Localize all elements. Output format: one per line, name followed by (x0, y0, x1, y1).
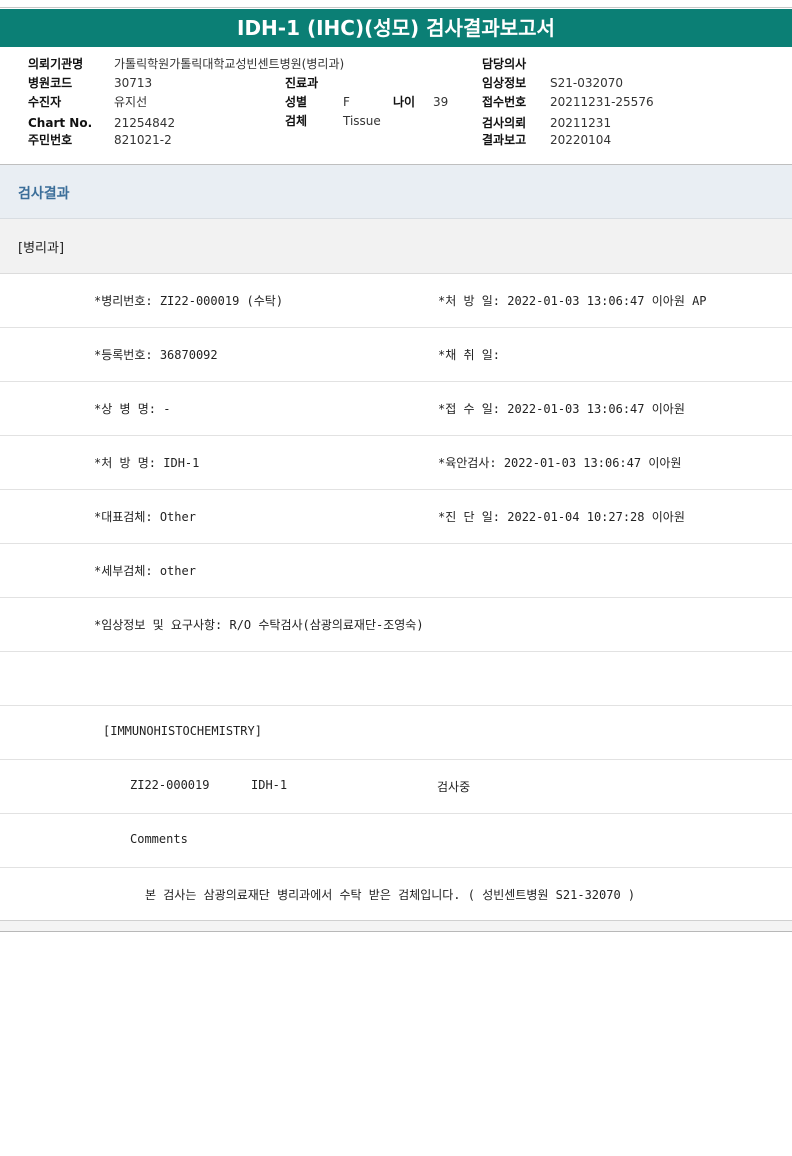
table-row: [IMMUNOHISTOCHEMISTRY] (0, 706, 792, 760)
gross-exam-date: *육안검사: 2022-01-03 13:06:47 이아원 (438, 456, 682, 470)
registration-no: *등록번호: 36870092 (94, 348, 218, 362)
report-date-value: 20220104 (550, 133, 612, 147)
clinical-request: *임상정보 및 요구사항: R/O 수탁검사(삼광의료재단-조영숙) (94, 618, 424, 632)
dept-label: 진료과 (285, 76, 319, 90)
table-row: *대표검체: Other *진 단 일: 2022-01-04 10:27:28… (0, 490, 792, 544)
receipt-date: *접 수 일: 2022-01-03 13:06:47 이아원 (438, 402, 685, 416)
age-label: 나이 (393, 95, 416, 109)
ihc-test-name: IDH-1 (251, 778, 288, 792)
doctor-label: 담당의사 (482, 57, 527, 71)
dept-section-title: [병리과] (18, 241, 65, 256)
clinical-info-label: 임상정보 (482, 76, 527, 90)
ihc-status: 검사중 (437, 780, 471, 794)
table-row: *세부검체: other (0, 544, 792, 598)
table-row: *등록번호: 36870092 *채 취 일: (0, 328, 792, 382)
receipt-no-label: 접수번호 (482, 95, 527, 109)
receipt-no-value: 20211231-25576 (550, 95, 654, 109)
report-title: IDH-1 (IHC)(성모) 검사결과보고서 (0, 9, 792, 47)
table-row: *병리번호: ZI22-000019 (수탁) *처 방 일: 2022-01-… (0, 274, 792, 328)
collection-date: *채 취 일: (438, 348, 501, 362)
request-date-value: 20211231 (550, 116, 612, 130)
institution-label: 의뢰기관명 (28, 57, 84, 71)
institution-value: 가톨릭학원가톨릭대학교성빈센트병원(병리과) (114, 57, 345, 71)
patient-value: 유지선 (114, 95, 148, 109)
table-row (0, 652, 792, 706)
sex-label: 성별 (285, 95, 308, 109)
hospital-code-label: 병원코드 (28, 76, 73, 90)
main-specimen: *대표검체: Other (94, 510, 196, 524)
result-section-header: 검사결과 (0, 165, 792, 219)
table-row: *처 방 명: IDH-1 *육안검사: 2022-01-03 13:06:47… (0, 436, 792, 490)
table-row: *임상정보 및 요구사항: R/O 수탁검사(삼광의료재단-조영숙) (0, 598, 792, 652)
table-row: Comments (0, 814, 792, 868)
comments-text: 본 검사는 삼광의료재단 병리과에서 수탁 받은 검체입니다. ( 성빈센트병원… (145, 888, 636, 902)
clinical-info-value: S21-032070 (550, 76, 624, 90)
detail-specimen: *세부검체: other (94, 564, 196, 578)
table-row: ZI22-000019 IDH-1 검사중 (0, 760, 792, 814)
chart-no-label: Chart No. (28, 116, 93, 130)
resident-no-value: 821021-2 (114, 133, 172, 147)
diagnosis-name: *상 병 명: - (94, 402, 171, 416)
dept-section-header: [병리과] (0, 219, 792, 274)
result-section-title: 검사결과 (18, 186, 70, 202)
ihc-heading: [IMMUNOHISTOCHEMISTRY] (103, 724, 262, 738)
order-name: *처 방 명: IDH-1 (94, 456, 200, 470)
pathology-no: *병리번호: ZI22-000019 (수탁) (94, 294, 284, 308)
chart-no-value: 21254842 (114, 116, 176, 130)
specimen-label: 검체 (285, 114, 308, 128)
diagnosis-date: *진 단 일: 2022-01-04 10:27:28 이아원 (438, 510, 685, 524)
comments-label: Comments (130, 832, 188, 846)
table-row: 본 검사는 삼광의료재단 병리과에서 수탁 받은 검체입니다. ( 성빈센트병원… (0, 868, 792, 922)
top-border (0, 0, 792, 8)
bottom-border (0, 920, 792, 932)
hospital-code-value: 30713 (114, 76, 153, 90)
specimen-value: Tissue (343, 114, 381, 128)
sex-value: F (343, 95, 350, 109)
report-date-label: 결과보고 (482, 133, 527, 147)
order-date: *처 방 일: 2022-01-03 13:06:47 이아원 AP (438, 294, 707, 308)
request-date-label: 검사의뢰 (482, 116, 527, 130)
patient-label: 수진자 (28, 95, 62, 109)
resident-no-label: 주민번호 (28, 133, 73, 147)
ihc-number: ZI22-000019 (130, 778, 210, 792)
table-row: *상 병 명: - *접 수 일: 2022-01-03 13:06:47 이아… (0, 382, 792, 436)
age-value: 39 (433, 95, 449, 109)
